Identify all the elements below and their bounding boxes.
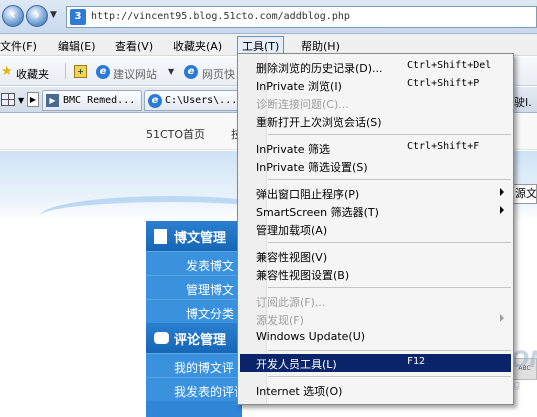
submenu-arrow-icon [500, 314, 504, 322]
site-favicon-icon: 3 [70, 9, 86, 25]
recent-pages-dropdown-icon[interactable]: ▼ [50, 10, 57, 20]
tab-scroll-icon[interactable]: ▶ [27, 92, 39, 107]
sidebar-item-manage[interactable]: 管理博文 [146, 275, 242, 299]
back-button[interactable]: ‹ [2, 5, 24, 27]
menu-item-label: 兼容性视图(V) [256, 251, 328, 264]
menu-item-feed-discovery: 源发现(F) [240, 310, 511, 328]
menu-item-compat-view-settings[interactable]: 兼容性视图设置(B) [240, 265, 511, 283]
submenu-arrow-icon [500, 206, 504, 214]
menu-separator [268, 376, 511, 377]
sidebar-item-my-comments[interactable]: 我的博文评 [146, 353, 242, 377]
menu-file[interactable]: 文件(F) [0, 38, 37, 54]
editor-toolbar-fragment[interactable]: ABC [512, 358, 537, 380]
menu-item-label: 重新打开上次浏览会话(S) [256, 116, 382, 129]
submenu-arrow-icon [500, 188, 504, 196]
bmc-favicon-icon: ▶ [46, 94, 59, 107]
suggested-sites-dropdown-icon[interactable]: ▼ [168, 67, 174, 76]
menu-separator [268, 134, 511, 135]
web-slice-ie-icon: e [184, 65, 198, 79]
suggested-sites-link[interactable]: 建议网站 [113, 66, 157, 82]
tools-menu: 删除浏览的历史记录(D)... Ctrl+Shift+Del InPrivate… [237, 53, 514, 405]
menu-edit[interactable]: 编辑(E) [58, 38, 96, 54]
blog-sidebar: 博文管理 发表博文 管理博文 博文分类 评论管理 我的博文评 我发表的评论 [146, 221, 246, 417]
menu-item-label: InPrivate 筛选 [256, 143, 331, 156]
menu-item-shortcut: Ctrl+Shift+P [407, 78, 480, 89]
nav-home-link[interactable]: 51CTO首页 [146, 126, 205, 142]
tab-list-dropdown-icon[interactable]: ▼ [18, 96, 24, 105]
menu-item-label: 订阅此源(F)... [256, 296, 326, 309]
menu-item-label: 兼容性视图设置(B) [256, 269, 350, 282]
address-field[interactable]: 3 http://vincent95.blog.51cto.com/addblo… [66, 6, 537, 28]
menu-item-shortcut: Ctrl+Shift+F [407, 141, 480, 152]
document-icon [154, 229, 167, 244]
menu-item-shortcut: F12 [407, 356, 426, 367]
address-url[interactable]: http://vincent95.blog.51cto.com/addblog.… [91, 11, 350, 22]
menu-item-delete-history[interactable]: 删除浏览的历史记录(D)... Ctrl+Shift+Del [240, 58, 511, 76]
menu-separator [268, 350, 511, 351]
menu-view[interactable]: 查看(V) [115, 38, 153, 54]
sidebar-item-category[interactable]: 博文分类 [146, 299, 242, 323]
menu-item-windows-update[interactable]: Windows Update(U) [240, 328, 511, 346]
menu-help[interactable]: 帮助(H) [301, 38, 340, 54]
menu-item-label: InPrivate 浏览(I) [256, 80, 342, 93]
comment-bubble-icon [154, 332, 169, 344]
tab-local-file[interactable]: e C:\Users\... [144, 90, 240, 111]
menu-item-popup-blocker[interactable]: 弹出窗口阻止程序(P) [240, 184, 511, 202]
sidebar-item-label: 管理博文 [186, 283, 235, 297]
sidebar-item-label: 我的博文评 [174, 361, 235, 375]
menu-item-label: 诊断连接问题(C)... [256, 98, 349, 111]
sidebar-item-label: 博文分类 [186, 307, 235, 321]
menu-item-inprivate-filter-settings[interactable]: InPrivate 筛选设置(S) [240, 157, 511, 175]
menu-item-inprivate-browsing[interactable]: InPrivate 浏览(I) Ctrl+Shift+P [240, 76, 511, 94]
menu-item-label: 开发人员工具(L) [256, 358, 337, 371]
favorites-button[interactable]: 收藏夹 [16, 66, 49, 82]
tab-bmc[interactable]: ▶ BMC Remed... [42, 90, 142, 111]
menu-item-label: SmartScreen 筛选器(T) [256, 206, 379, 219]
sidebar-item-posted-comments[interactable]: 我发表的评论 [146, 377, 246, 401]
menu-item-diagnose-connection: 诊断连接问题(C)... [240, 94, 511, 112]
web-slice-gallery-link[interactable]: 网页快 [202, 66, 235, 82]
sidebar-heading-label: 博文管理 [174, 231, 227, 246]
menu-item-label: 删除浏览的历史记录(D)... [256, 62, 383, 75]
sidebar-heading-label: 评论管理 [174, 333, 227, 348]
favorites-divider [65, 63, 66, 79]
menu-item-internet-options[interactable]: Internet 选项(O) [240, 381, 511, 399]
menu-item-label: Internet 选项(O) [256, 385, 343, 398]
menu-item-label: 管理加载项(A) [256, 224, 328, 237]
suggested-sites-ie-icon: e [96, 65, 110, 79]
menu-item-reopen-session[interactable]: 重新打开上次浏览会话(S) [240, 112, 511, 130]
menu-favorites[interactable]: 收藏夹(A) [173, 38, 222, 54]
menu-item-shortcut: Ctrl+Shift+Del [407, 60, 492, 71]
sidebar-heading-blog: 博文管理 [146, 221, 242, 251]
tab-label: BMC Remed... [63, 95, 136, 106]
favorites-star-icon[interactable]: ★ [1, 64, 13, 79]
add-favorite-icon[interactable]: + [74, 65, 87, 78]
menu-separator [268, 242, 511, 243]
tab-fragment-label[interactable]: 驶I. [514, 94, 532, 110]
address-toolbar: ‹ › ▼ 3 http://vincent95.blog.51cto.com/… [0, 0, 537, 34]
menu-item-label: 源发现(F) [256, 314, 304, 327]
quick-tabs-grid-icon[interactable] [1, 93, 15, 106]
menu-separator [268, 287, 511, 288]
source-text-field[interactable]: 源文 [512, 184, 537, 204]
menu-item-developer-tools[interactable]: 开发人员工具(L) F12 [240, 354, 511, 372]
sidebar-item-label: 我发表的评论 [174, 385, 247, 399]
menu-separator [268, 179, 511, 180]
menu-item-label: Windows Update(U) [256, 330, 366, 343]
sidebar-item-post[interactable]: 发表博文 [146, 251, 242, 275]
menu-item-manage-addons[interactable]: 管理加载项(A) [240, 220, 511, 238]
forward-button[interactable]: › [26, 5, 48, 27]
menu-item-label: 弹出窗口阻止程序(P) [256, 188, 360, 201]
local-file-ie-icon: e [148, 94, 162, 108]
menu-item-inprivate-filtering[interactable]: InPrivate 筛选 Ctrl+Shift+F [240, 139, 511, 157]
menu-item-compat-view[interactable]: 兼容性视图(V) [240, 247, 511, 265]
sidebar-item-label: 发表博文 [186, 259, 235, 273]
menu-item-subscribe-feed: 订阅此源(F)... [240, 292, 511, 310]
menu-item-label: InPrivate 筛选设置(S) [256, 161, 368, 174]
sidebar-heading-comments: 评论管理 [146, 323, 242, 353]
tab-label: C:\Users\... [165, 95, 238, 106]
menu-item-smartscreen[interactable]: SmartScreen 筛选器(T) [240, 202, 511, 220]
